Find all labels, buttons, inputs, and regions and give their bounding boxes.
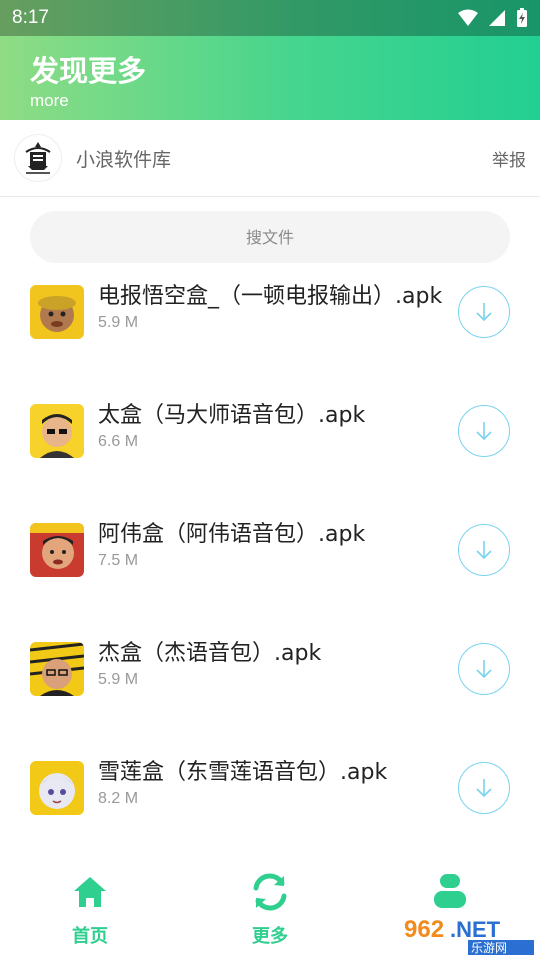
download-arrow-icon	[476, 779, 492, 798]
page-title: 发现更多	[30, 54, 147, 88]
svg-text:乐游网: 乐游网	[471, 941, 507, 955]
file-name: 阿伟盒（阿伟语音包）.apk	[98, 522, 366, 547]
user-icon	[434, 874, 466, 908]
search-box[interactable]	[30, 211, 510, 263]
status-time: 8:17	[12, 7, 49, 28]
nav-more[interactable]: 更多	[180, 850, 360, 960]
page-subtitle: more	[30, 91, 69, 110]
app-thumbnail-icon	[30, 761, 84, 815]
nav-home[interactable]: 首页	[0, 850, 180, 960]
home-icon	[74, 877, 106, 907]
download-button[interactable]	[458, 524, 510, 576]
download-button[interactable]	[458, 643, 510, 695]
search-input[interactable]	[30, 227, 510, 247]
download-arrow-icon	[476, 660, 492, 679]
download-arrow-icon	[476, 303, 492, 322]
status-bar: 8:17	[0, 0, 540, 36]
app-thumbnail-icon	[30, 285, 84, 339]
app-thumbnail-icon	[30, 523, 84, 577]
file-size: 7.5 M	[98, 552, 139, 569]
download-button[interactable]	[458, 762, 510, 814]
app-thumbnail-icon	[30, 642, 84, 696]
file-size: 5.9 M	[98, 671, 139, 688]
file-size: 6.6 M	[98, 433, 139, 450]
refresh-icon	[253, 873, 287, 911]
download-button[interactable]	[458, 405, 510, 457]
svg-text:962: 962	[404, 916, 444, 943]
file-size: 5.9 M	[98, 314, 139, 331]
app-thumbnail-icon	[30, 404, 84, 458]
file-item[interactable]: 太盒（马大师语音包）.apk 6.6 M	[0, 377, 540, 495]
library-name: 小浪软件库	[76, 148, 172, 171]
report-button[interactable]: 举报	[492, 146, 526, 171]
nav-home-label: 首页	[72, 926, 108, 947]
library-row[interactable]: 小浪软件库 举报	[0, 120, 540, 197]
nav-more-label: 更多	[252, 926, 288, 947]
file-item[interactable]: 雪莲盒（东雪莲语音包）.apk 8.2 M	[0, 734, 540, 852]
file-item[interactable]: 电报悟空盒_（一顿电报输出）.apk 5.9 M	[0, 258, 540, 376]
svg-text:.NET: .NET	[450, 917, 501, 942]
watermark-logo: 962 .NET 乐游网	[400, 912, 538, 956]
file-item[interactable]: 阿伟盒（阿伟语音包）.apk 7.5 M	[0, 496, 540, 614]
library-logo	[14, 134, 62, 182]
wifi-icon	[458, 9, 478, 26]
file-item[interactable]: 杰盒（杰语音包）.apk 5.9 M	[0, 615, 540, 733]
battery-charging-icon	[517, 8, 527, 27]
download-arrow-icon	[476, 541, 492, 560]
file-name: 雪莲盒（东雪莲语音包）.apk	[98, 760, 388, 785]
file-name: 杰盒（杰语音包）.apk	[98, 641, 322, 666]
download-arrow-icon	[476, 422, 492, 441]
file-name: 电报悟空盒_（一顿电报输出）.apk	[98, 284, 443, 309]
library-logo-icon	[25, 142, 51, 174]
file-name: 太盒（马大师语音包）.apk	[98, 403, 366, 428]
download-button[interactable]	[458, 286, 510, 338]
file-size: 8.2 M	[98, 790, 139, 807]
signal-icon	[489, 10, 505, 26]
